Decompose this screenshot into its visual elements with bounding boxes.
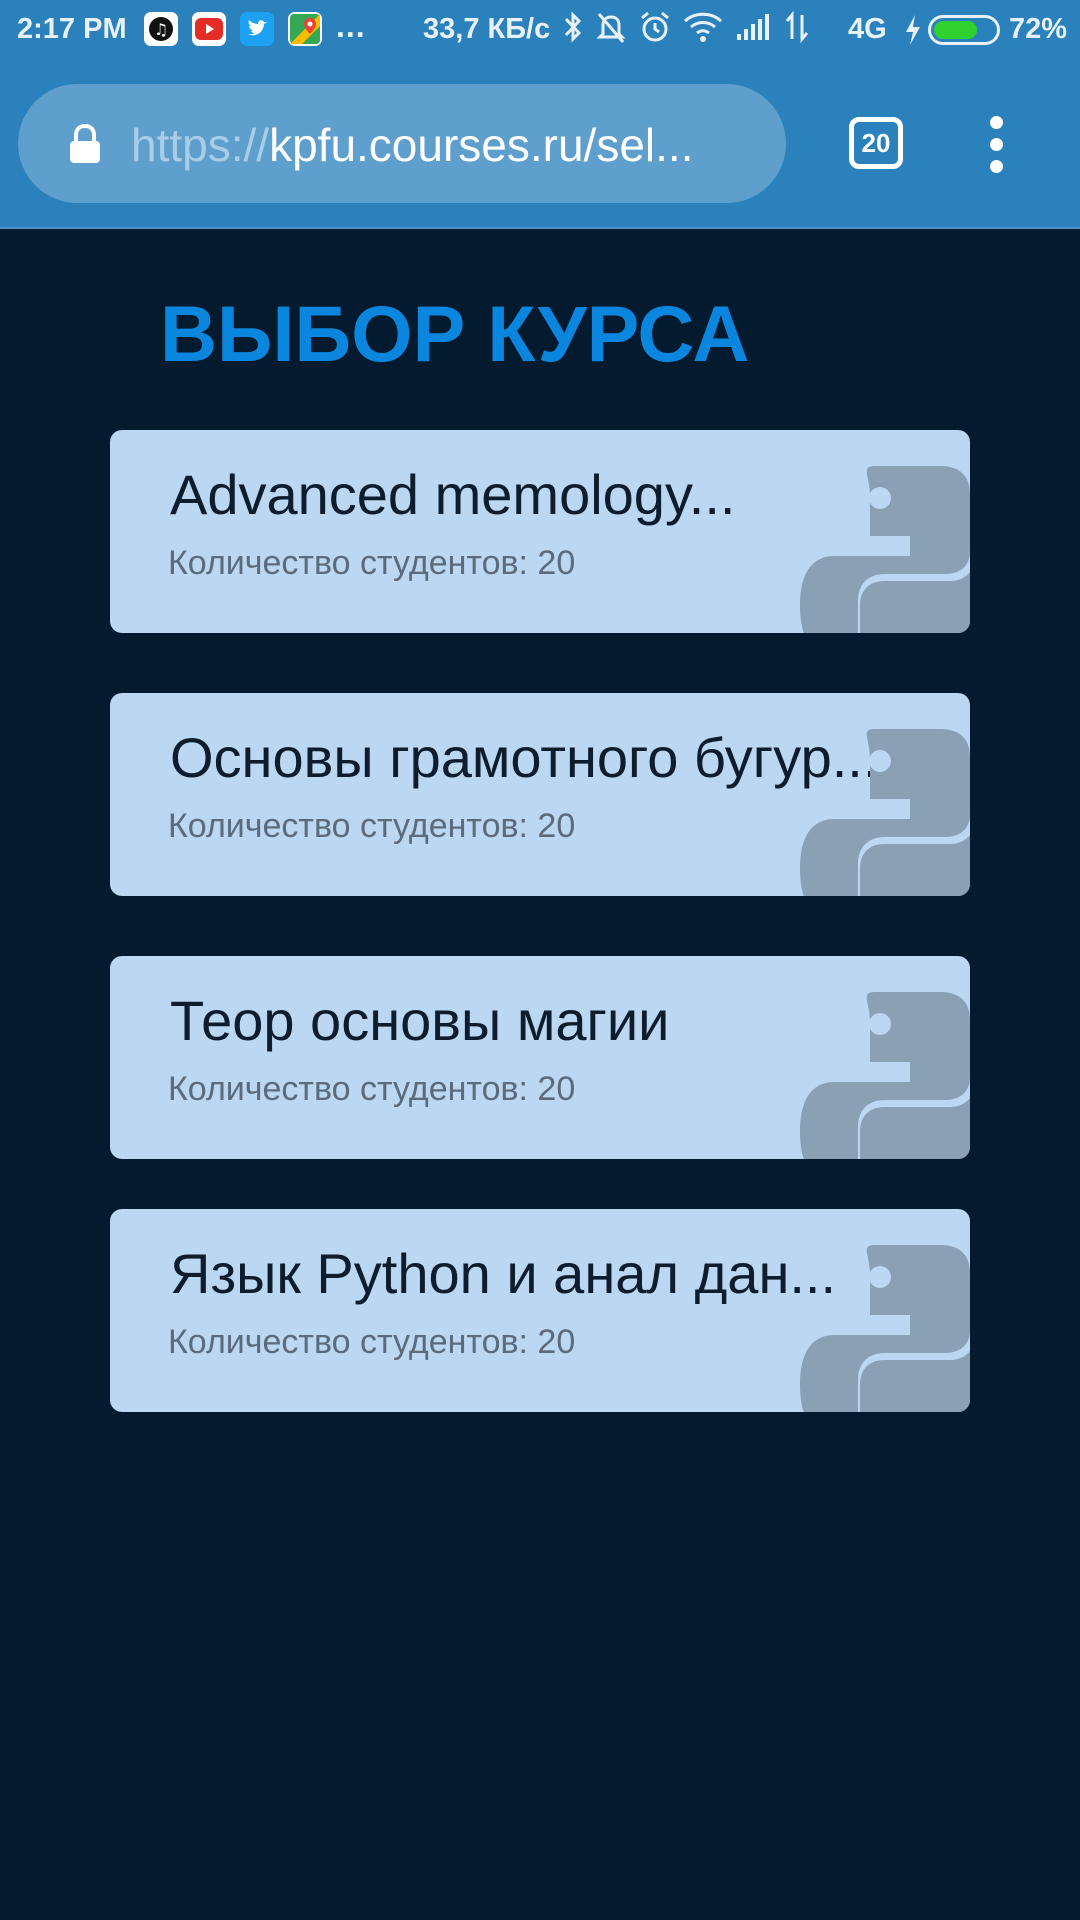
battery-icon: [928, 15, 1000, 45]
python-logo-icon: [800, 1245, 970, 1412]
bluetooth-icon: [564, 11, 582, 43]
signal-icon: [737, 14, 769, 40]
course-card[interactable]: Advanced memology... Количество студенто…: [110, 430, 970, 633]
status-bar: 2:17 PM ♫ ... 33,7 КБ/с 4G 72%: [0, 0, 1080, 62]
status-time: 2:17 PM: [17, 13, 127, 45]
music-app-icon: ♫: [144, 12, 178, 46]
course-students-count: Количество студентов: 20: [168, 807, 576, 845]
wifi-icon: [683, 12, 723, 42]
url-text[interactable]: https://kpfu.courses.ru/sel...: [131, 118, 693, 172]
course-title: Основы грамотного бугур...: [170, 726, 879, 789]
course-students-count: Количество студентов: 20: [168, 1070, 576, 1108]
battery-percent: 72%: [1009, 13, 1068, 45]
alarm-icon: [641, 11, 669, 42]
course-card[interactable]: Язык Python и анал дан... Количество сту…: [110, 1209, 970, 1412]
system-icons: [563, 10, 809, 44]
tab-switcher-button[interactable]: 20: [849, 117, 903, 169]
course-title: Язык Python и анал дан...: [170, 1242, 837, 1305]
url-scheme: https://: [131, 119, 270, 171]
url-host: kpfu.courses.ru/sel...: [269, 119, 694, 171]
network-speed: 33,7 КБ/с: [423, 13, 551, 45]
lock-icon: [70, 124, 100, 163]
twitter-icon: [240, 12, 274, 46]
python-logo-icon: [800, 466, 970, 633]
bell-off-icon: [596, 13, 626, 43]
notification-icons: ♫: [144, 12, 322, 46]
charging-icon: [906, 15, 920, 45]
svg-text:♫: ♫: [154, 20, 168, 39]
youtube-icon: [192, 12, 226, 46]
course-title: Теор основы магии: [170, 989, 670, 1052]
course-students-count: Количество студентов: 20: [168, 1323, 576, 1361]
course-card[interactable]: Основы грамотного бугур... Количество ст…: [110, 693, 970, 896]
course-students-count: Количество студентов: 20: [168, 544, 576, 582]
page-title: ВЫБОР КУРСА: [160, 289, 750, 378]
more-notifications-icon: ...: [336, 8, 366, 44]
more-menu-icon[interactable]: [985, 116, 1007, 174]
course-card[interactable]: Теор основы магии Количество студентов: …: [110, 956, 970, 1159]
address-bar[interactable]: https://kpfu.courses.ru/sel...: [18, 84, 786, 203]
data-arrows-icon: [785, 11, 809, 43]
course-title: Advanced memology...: [170, 463, 736, 526]
maps-icon: [288, 12, 322, 46]
network-type: 4G: [848, 13, 887, 45]
python-logo-icon: [800, 992, 970, 1159]
browser-toolbar: https://kpfu.courses.ru/sel... 20: [0, 62, 1080, 229]
battery-level: [934, 21, 978, 39]
python-logo-icon: [800, 729, 970, 896]
